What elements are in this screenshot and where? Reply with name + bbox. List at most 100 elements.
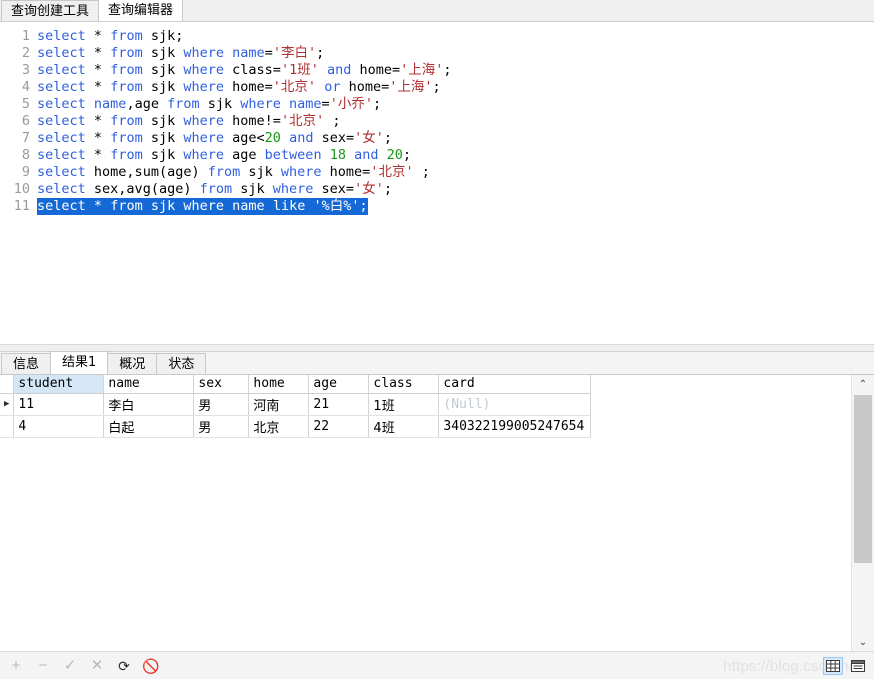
sql-token: select (37, 130, 86, 146)
grid-view-icon[interactable] (823, 656, 843, 675)
tab-result-1[interactable]: 结果1 (50, 351, 109, 374)
sql-token: home= (329, 164, 371, 180)
table-row[interactable]: ▶ 11 李白男河南 21 1班 (Null) (0, 393, 592, 416)
cell-student[interactable]: 11 (13, 393, 105, 416)
cell-sex[interactable]: 男 (193, 415, 250, 438)
cell-student[interactable]: 4 (13, 415, 105, 438)
line-number: 10 (13, 181, 30, 197)
tab-status[interactable]: 状态 (156, 353, 207, 374)
column-header-card[interactable]: card (438, 375, 592, 394)
sql-token: sex= (321, 181, 355, 197)
sql-token: ; (402, 147, 412, 163)
tab-query-editor[interactable]: 查询编辑器 (98, 0, 184, 21)
sql-token: and (326, 62, 352, 78)
sql-line[interactable]: select sex,avg(age) from sjk where sex='… (37, 181, 874, 198)
sql-editor[interactable]: 1 2 3 4 5 6 7 8 9 10 11 select * from sjk; select *… (0, 22, 874, 215)
stop-icon[interactable]: 🚫 (142, 658, 159, 674)
scroll-down-arrow-icon[interactable]: ⌄ (852, 633, 874, 651)
sql-line[interactable]: select * from sjk where name='李白'; (37, 45, 874, 62)
view-mode-icons (823, 656, 874, 675)
tab-query-builder[interactable]: 查询创建工具 (1, 0, 100, 21)
sql-line[interactable]: select * from sjk; (37, 28, 874, 45)
tab-info[interactable]: 信息 (1, 353, 52, 374)
record-navigator-bar: + − ✓ ✕ ⟳ 🚫 https://blog.csdn.net/ (0, 651, 874, 679)
sql-token: = (264, 45, 273, 61)
sql-code-area[interactable]: select * from sjk; select * from sjk wher… (37, 28, 874, 215)
confirm-icon[interactable]: ✓ (62, 658, 78, 674)
sql-token: home,sum(age) (93, 164, 208, 180)
column-header-sex[interactable]: sex (193, 375, 250, 394)
results-table[interactable]: student name sex home age class card ▶ 11 李白男河南 2… (0, 375, 592, 438)
cell-card[interactable]: (Null) (438, 393, 592, 416)
delete-record-icon[interactable]: − (35, 658, 51, 674)
row-marker-icon[interactable] (0, 415, 15, 438)
sql-line[interactable]: select * from sjk where home='北京' or hom… (37, 79, 874, 96)
sql-token: sjk (150, 113, 184, 129)
sql-token: = (321, 96, 330, 112)
query-mode-tabstrip: 查询创建工具 查询编辑器 (0, 0, 874, 22)
sql-line[interactable]: select * from sjk where class='1班' and h… (37, 62, 874, 79)
sql-line[interactable]: select home,sum(age) from sjk where home… (37, 164, 874, 181)
scrollbar-thumb[interactable] (854, 395, 872, 563)
column-header-class[interactable]: class (368, 375, 440, 394)
cell-card[interactable]: 340322199005247654 (438, 415, 592, 438)
sql-token: age< (232, 130, 265, 146)
sql-token: where (183, 62, 225, 78)
sql-token: home= (232, 79, 273, 95)
cell-name[interactable]: 白起 (103, 415, 195, 438)
cell-home[interactable]: 河南 (248, 393, 310, 416)
cell-age[interactable]: 22 (308, 415, 370, 438)
column-header-name[interactable]: name (103, 375, 195, 394)
cancel-icon[interactable]: ✕ (89, 658, 105, 674)
form-view-glyph (851, 659, 865, 672)
cell-sex[interactable]: 男 (193, 393, 250, 416)
grid-view-glyph (826, 659, 840, 672)
cell-home[interactable]: 北京 (248, 415, 310, 438)
add-record-icon[interactable]: + (8, 658, 24, 674)
tab-profile[interactable]: 概况 (107, 353, 158, 374)
sql-token: between (264, 147, 322, 163)
sql-line[interactable]: select * from sjk where age between 18 a… (37, 147, 874, 164)
cell-class[interactable]: 1班 (368, 393, 440, 416)
sql-token: '上海' (400, 62, 444, 78)
column-header-home[interactable]: home (248, 375, 310, 394)
column-header-age[interactable]: age (308, 375, 370, 394)
form-view-icon[interactable] (848, 657, 868, 675)
sql-token: select (37, 113, 86, 129)
sql-token: sjk; (150, 28, 184, 44)
sql-token: * (93, 45, 103, 61)
column-header-student[interactable]: student (13, 375, 105, 394)
sql-line[interactable]: select * from sjk where home!='北京' ; (37, 113, 874, 130)
sql-token: sjk (150, 147, 184, 163)
sql-token: ,age (126, 96, 168, 112)
selected-sql-line[interactable]: select * from sjk where name like '%白%'; (37, 198, 368, 215)
sql-token: from (110, 147, 143, 163)
table-row[interactable]: 4 白起男北京 22 4班 340322199005247654 (0, 415, 592, 438)
sql-line[interactable]: select name,age from sjk where name='小乔'… (37, 96, 874, 113)
editor-results-splitter[interactable] (0, 344, 874, 352)
sql-line[interactable]: select * from sjk where name like '%白%'; (37, 198, 874, 215)
sql-editor-panel[interactable]: 1 2 3 4 5 6 7 8 9 10 11 select * from sjk; select *… (0, 22, 874, 344)
row-marker-icon[interactable]: ▶ (0, 393, 15, 416)
sql-line[interactable]: select * from sjk where age<20 and sex='… (37, 130, 874, 147)
table-body[interactable]: ▶ 11 李白男河南 21 1班 (Null) 4 白起男北京 22 4班 340322199005… (0, 393, 592, 438)
results-vertical-scrollbar[interactable]: ⌃ ⌄ (851, 375, 874, 651)
sql-token: like (272, 198, 306, 214)
cell-age[interactable]: 21 (308, 393, 370, 416)
sql-token: select (37, 28, 86, 44)
cell-name[interactable]: 李白 (103, 393, 195, 416)
refresh-icon[interactable]: ⟳ (116, 658, 132, 674)
sql-token: select (37, 147, 86, 163)
cell-class[interactable]: 4班 (368, 415, 440, 438)
scroll-up-arrow-icon[interactable]: ⌃ (852, 375, 874, 393)
line-number: 9 (21, 164, 30, 180)
